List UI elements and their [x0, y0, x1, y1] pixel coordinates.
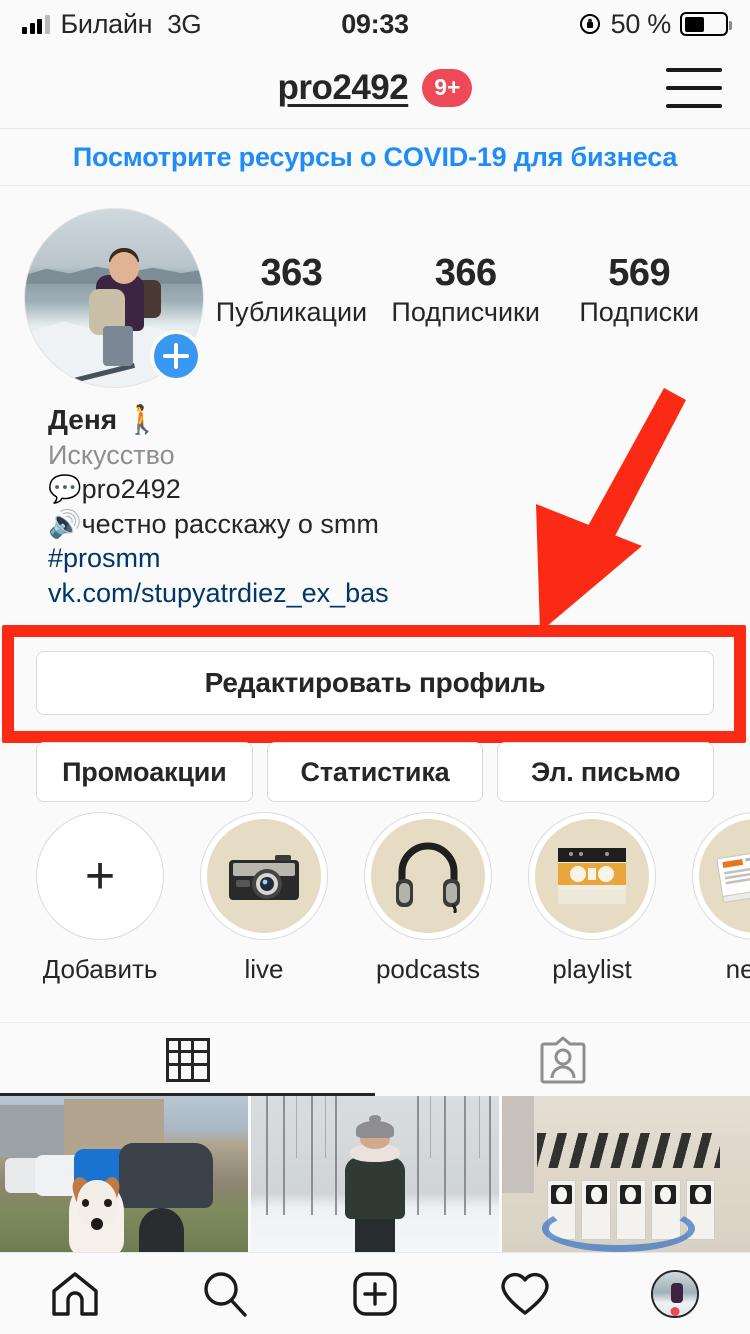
clock-label: 09:33: [341, 8, 409, 39]
status-bar-right: 50 %: [409, 8, 732, 40]
edit-profile-button-wrap: Редактировать профиль: [36, 651, 714, 715]
highlight-circle[interactable]: [528, 812, 656, 940]
instagram-profile-screen: Билайн 3G 09:33 50 % pro2492 9+ Посмотри…: [0, 0, 750, 1334]
camera-icon: [229, 855, 299, 900]
profile-section: 363 Публикации 366 Подписчики 569 Подпис…: [0, 186, 750, 611]
highlight-circle[interactable]: [692, 812, 750, 940]
highlight-label: playlist: [552, 954, 632, 984]
avatar-container[interactable]: [24, 208, 204, 388]
highlight-add-new[interactable]: + Добавить: [18, 812, 182, 985]
heart-icon: [501, 1272, 549, 1315]
newspaper-icon: [716, 847, 750, 903]
nav-search[interactable]: [150, 1270, 300, 1318]
profile-tabs: [0, 1022, 750, 1096]
highlight-live[interactable]: live: [182, 812, 346, 985]
bio-hashtag[interactable]: #prosmm: [48, 541, 702, 576]
headphones-icon: [396, 842, 460, 913]
bio-website-link[interactable]: vk.com/stupyatrdiez_ex_bas: [48, 576, 702, 611]
tab-tagged[interactable]: [375, 1023, 750, 1096]
stat-followers-label: Подписчики: [391, 296, 540, 327]
profile-top-row: 363 Публикации 366 Подписчики 569 Подпис…: [24, 208, 726, 388]
business-action-buttons: Промоакции Статистика Эл. письмо: [0, 742, 750, 802]
stat-following-value: 569: [608, 252, 671, 294]
stat-following-label: Подписки: [579, 296, 700, 327]
search-icon: [204, 1271, 247, 1317]
photo-graffiti-wall[interactable]: [502, 1096, 750, 1252]
bio-line-1: 💬pro2492: [48, 474, 181, 505]
nav-activity[interactable]: [450, 1270, 600, 1318]
highlight-circle[interactable]: [364, 812, 492, 940]
tagged-person-icon: [540, 1036, 585, 1083]
highlight-label: Добавить: [42, 954, 158, 984]
highlight-circle[interactable]: [200, 812, 328, 940]
highlight-news[interactable]: news: [674, 812, 750, 985]
profile-bio: Деня 🚶 Искусство 💬pro2492 🔊честно расска…: [24, 388, 726, 611]
stat-followers-value: 366: [434, 252, 497, 294]
profile-activity-dot: [670, 1306, 680, 1316]
signal-bars-icon: [22, 14, 50, 34]
highlight-circle[interactable]: +: [36, 812, 164, 940]
notification-badge: 9+: [422, 69, 473, 107]
username-switcher[interactable]: pro2492 9+: [278, 68, 473, 108]
bio-display-name: Деня 🚶: [48, 404, 160, 435]
grid-icon: [165, 1037, 210, 1082]
photo-person-winter-forest[interactable]: [251, 1096, 499, 1252]
stat-posts[interactable]: 363 Публикации: [216, 252, 367, 328]
hamburger-menu-icon[interactable]: [666, 68, 722, 108]
battery-percent-label: 50 %: [610, 8, 672, 39]
battery-icon: [680, 12, 732, 36]
story-highlights-row[interactable]: + Добавить live podcasts playlist ne: [0, 812, 750, 1020]
profile-stats: 363 Публикации 366 Подписчики 569 Подпис…: [204, 208, 726, 328]
plus-square-icon: [353, 1271, 397, 1316]
stat-followers[interactable]: 366 Подписчики: [391, 252, 541, 328]
cassette-icon: [558, 848, 626, 904]
profile-username[interactable]: pro2492: [278, 68, 409, 108]
bio-line-2: 🔊честно расскажу о smm: [48, 508, 379, 539]
plus-icon: +: [84, 847, 116, 905]
nav-create[interactable]: [300, 1270, 450, 1318]
carrier-label: Билайн: [60, 8, 153, 39]
photo-grid: [0, 1096, 750, 1252]
highlight-label: live: [244, 954, 284, 984]
rotation-lock-icon: [579, 14, 600, 34]
edit-profile-button[interactable]: Редактировать профиль: [36, 651, 714, 715]
tab-grid[interactable]: [0, 1023, 375, 1096]
add-story-plus-icon[interactable]: [150, 330, 202, 382]
edit-profile-zone: Редактировать профиль: [0, 625, 750, 745]
home-icon: [52, 1271, 98, 1316]
stat-posts-value: 363: [260, 252, 323, 294]
status-bar: Билайн 3G 09:33 50 %: [0, 0, 750, 48]
status-bar-left: Билайн 3G: [22, 9, 341, 40]
stat-posts-label: Публикации: [215, 296, 368, 327]
highlight-label: podcasts: [375, 954, 481, 984]
bottom-navigation-bar: [0, 1252, 750, 1334]
covid-banner-label: Посмотрите ресурсы о COVID-19 для бизнес…: [72, 141, 678, 172]
bio-category: Искусство: [48, 439, 175, 470]
promotions-button[interactable]: Промоакции: [36, 742, 253, 802]
photo-dog-and-cars[interactable]: [0, 1096, 248, 1252]
highlight-podcasts[interactable]: podcasts: [346, 812, 510, 985]
network-type-label: 3G: [167, 8, 202, 39]
email-button[interactable]: Эл. письмо: [497, 742, 715, 802]
nav-home[interactable]: [0, 1270, 150, 1318]
insights-button[interactable]: Статистика: [266, 742, 484, 802]
highlight-playlist[interactable]: playlist: [510, 812, 674, 985]
stat-following[interactable]: 569 Подписки: [564, 252, 714, 328]
highlight-label: news: [725, 954, 750, 984]
nav-profile[interactable]: [600, 1269, 750, 1318]
covid-resources-banner[interactable]: Посмотрите ресурсы о COVID-19 для бизнес…: [0, 128, 750, 186]
profile-header: pro2492 9+: [0, 48, 750, 128]
